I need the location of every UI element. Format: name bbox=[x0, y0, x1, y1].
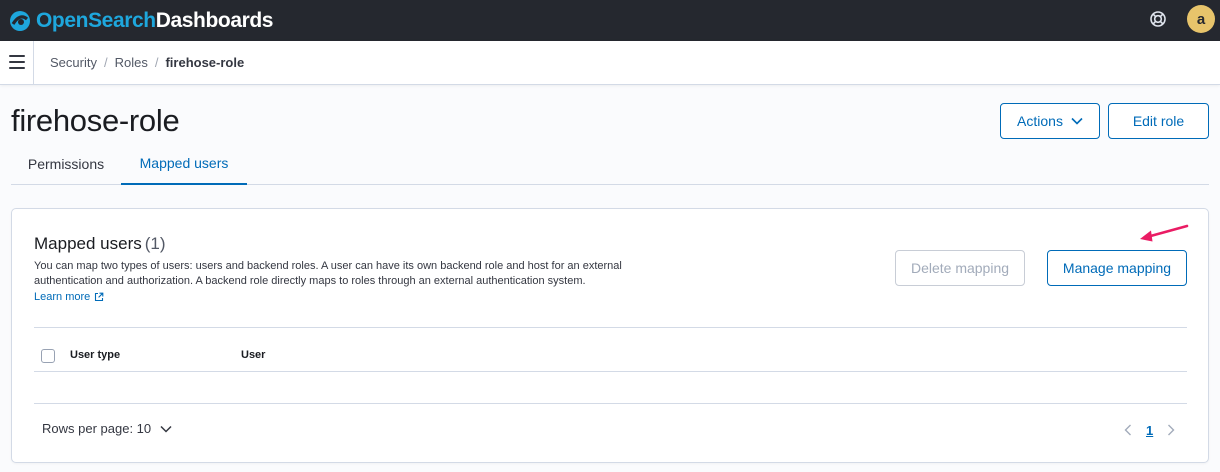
brand-name-part2: Dashboards bbox=[155, 8, 274, 32]
delete-mapping-button[interactable]: Delete mapping bbox=[895, 250, 1025, 286]
learn-more-label: Learn more bbox=[34, 291, 91, 303]
breadcrumb-bar: Security / Roles / firehose-role bbox=[0, 41, 1220, 85]
table-header-divider bbox=[34, 371, 1187, 372]
page-title: firehose-role bbox=[11, 103, 180, 138]
manage-mapping-button[interactable]: Manage mapping bbox=[1047, 250, 1187, 286]
brand-name-part1: OpenSearch bbox=[36, 8, 156, 32]
panel-title: Mapped users (1) bbox=[34, 234, 166, 254]
edit-role-button[interactable]: Edit role bbox=[1108, 103, 1209, 139]
top-header: OpenSearchDashboards a bbox=[0, 0, 1220, 41]
rows-per-page-selector[interactable]: Rows per page: 10 bbox=[42, 421, 172, 436]
user-avatar[interactable]: a bbox=[1187, 5, 1215, 33]
mapped-users-panel: Mapped users (1) You can map two types of… bbox=[11, 208, 1209, 463]
column-header-user[interactable]: User bbox=[241, 349, 265, 361]
panel-description: You can map two types of users: users an… bbox=[34, 260, 622, 287]
chevron-down-icon bbox=[160, 425, 172, 433]
tab-bar: Permissions Mapped users bbox=[11, 143, 1209, 185]
external-link-icon bbox=[95, 292, 104, 302]
breadcrumb-divider bbox=[33, 41, 34, 85]
home-logo-link[interactable]: OpenSearchDashboards bbox=[8, 9, 273, 33]
table-bottom-divider bbox=[34, 403, 1187, 404]
chevron-down-icon bbox=[1071, 117, 1083, 125]
breadcrumb-current: firehose-role bbox=[165, 55, 245, 70]
breadcrumb-roles[interactable]: Roles bbox=[115, 55, 148, 70]
page-number-current[interactable]: 1 bbox=[1146, 423, 1153, 438]
actions-button[interactable]: Actions bbox=[1000, 103, 1100, 139]
chevron-left-icon[interactable] bbox=[1124, 424, 1132, 436]
panel-title-text: Mapped users bbox=[34, 234, 142, 253]
table-top-divider bbox=[34, 327, 1187, 328]
breadcrumb-separator: / bbox=[103, 55, 108, 70]
actions-button-label: Actions bbox=[1017, 113, 1063, 129]
breadcrumb: Security / Roles / firehose-role bbox=[50, 55, 244, 70]
help-ring-icon[interactable] bbox=[1148, 9, 1168, 29]
breadcrumb-security[interactable]: Security bbox=[50, 55, 97, 70]
rows-per-page-label: Rows per page: 10 bbox=[42, 421, 152, 436]
select-all-checkbox[interactable] bbox=[41, 349, 55, 363]
mapped-users-count: (1) bbox=[144, 234, 166, 253]
column-header-user-type[interactable]: User type bbox=[70, 349, 120, 361]
learn-more-link[interactable]: Learn more bbox=[34, 291, 104, 303]
tab-mapped-users[interactable]: Mapped users bbox=[121, 143, 247, 185]
opensearch-logo-icon bbox=[10, 10, 30, 31]
annotation-arrow-icon bbox=[1140, 224, 1189, 242]
hamburger-menu-icon[interactable] bbox=[9, 55, 25, 69]
table-header-row: User type User bbox=[34, 341, 1187, 371]
tab-permissions[interactable]: Permissions bbox=[11, 143, 121, 185]
chevron-right-icon[interactable] bbox=[1167, 424, 1175, 436]
pagination: 1 bbox=[1124, 421, 1175, 439]
breadcrumb-separator: / bbox=[154, 55, 159, 70]
brand-name: OpenSearchDashboards bbox=[36, 9, 273, 33]
